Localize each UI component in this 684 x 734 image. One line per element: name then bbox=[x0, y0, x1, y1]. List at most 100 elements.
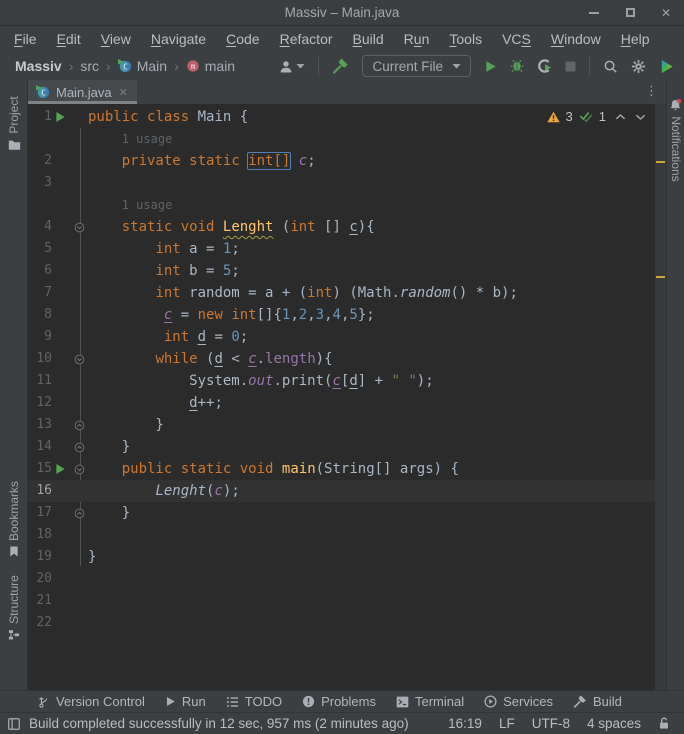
menu-view[interactable]: View bbox=[91, 31, 141, 47]
gutter[interactable]: 1 bbox=[28, 106, 80, 128]
gutter[interactable]: 18 bbox=[28, 524, 80, 546]
search-everywhere-button[interactable] bbox=[603, 59, 618, 74]
plugin-logo-button[interactable] bbox=[659, 59, 674, 74]
gutter[interactable]: 17 bbox=[28, 502, 84, 524]
build-project-button[interactable] bbox=[332, 58, 349, 74]
gutter[interactable]: 21 bbox=[28, 590, 80, 612]
error-stripe-scrollbar[interactable] bbox=[655, 104, 666, 690]
code-line-17[interactable]: 17 } bbox=[28, 502, 655, 524]
fold-up-icon[interactable] bbox=[73, 420, 85, 431]
tool-window-button-problems[interactable]: Problems bbox=[302, 694, 376, 709]
breadcrumb-item-main[interactable]: C Main bbox=[117, 58, 167, 74]
breadcrumb-item-main[interactable]: m main bbox=[186, 58, 235, 74]
gutter[interactable]: 13 bbox=[28, 414, 84, 436]
fold-down-icon[interactable] bbox=[73, 222, 85, 233]
code-line-8[interactable]: 8 c = new int[]{1,2,3,4,5}; bbox=[28, 304, 655, 326]
inlay-hint-row[interactable]: 1 usage bbox=[28, 194, 655, 216]
gutter[interactable] bbox=[28, 128, 80, 150]
run-icon[interactable] bbox=[52, 111, 68, 123]
code-line-12[interactable]: 12 d++; bbox=[28, 392, 655, 414]
warning-stripe-mark[interactable] bbox=[656, 161, 665, 163]
menu-navigate[interactable]: Navigate bbox=[141, 31, 216, 47]
fold-up-icon[interactable] bbox=[73, 442, 85, 453]
menu-run[interactable]: Run bbox=[394, 31, 440, 47]
code-line-3[interactable]: 3 bbox=[28, 172, 655, 194]
gutter[interactable]: 4 bbox=[28, 216, 84, 238]
close-button[interactable]: ✕ bbox=[660, 6, 672, 20]
tool-window-button-terminal[interactable]: Terminal bbox=[396, 694, 464, 709]
code-line-19[interactable]: 19} bbox=[28, 546, 655, 568]
run-button[interactable] bbox=[484, 60, 497, 73]
warnings-count[interactable]: 3 bbox=[566, 109, 573, 124]
code-line-16[interactable]: 16 Lenght(c); bbox=[28, 480, 655, 502]
code-line-14[interactable]: 14 } bbox=[28, 436, 655, 458]
next-problem-button[interactable] bbox=[635, 113, 646, 121]
close-tab-icon[interactable]: ✕ bbox=[119, 86, 128, 99]
fold-down-icon[interactable] bbox=[73, 354, 85, 365]
indent-widget[interactable]: 4 spaces bbox=[587, 716, 641, 731]
code-line-11[interactable]: 11 System.out.print(c[d] + " "); bbox=[28, 370, 655, 392]
breadcrumb-item-src[interactable]: src bbox=[80, 58, 99, 74]
stop-button[interactable] bbox=[565, 61, 576, 72]
menu-code[interactable]: Code bbox=[216, 31, 269, 47]
inlay-hint-row[interactable]: 1 usage bbox=[28, 128, 655, 150]
fold-up-icon[interactable] bbox=[73, 508, 85, 519]
coverage-button[interactable] bbox=[537, 59, 552, 73]
stripe-button-notifications[interactable]: Notifications bbox=[667, 82, 684, 198]
stripe-button-structure[interactable]: Structure bbox=[0, 564, 27, 652]
code-line-13[interactable]: 13 } bbox=[28, 414, 655, 436]
menu-window[interactable]: Window bbox=[541, 31, 611, 47]
code-line-20[interactable]: 20 bbox=[28, 568, 655, 590]
gutter[interactable]: 10 bbox=[28, 348, 84, 370]
encoding-widget[interactable]: UTF-8 bbox=[532, 716, 570, 731]
gutter[interactable]: 5 bbox=[28, 238, 80, 260]
menu-tools[interactable]: Tools bbox=[439, 31, 492, 47]
gutter[interactable]: 20 bbox=[28, 568, 80, 590]
run-icon[interactable] bbox=[52, 463, 68, 475]
code-line-15[interactable]: 15 public static void main(String[] args… bbox=[28, 458, 655, 480]
line-separator-widget[interactable]: LF bbox=[499, 716, 515, 731]
code-line-6[interactable]: 6 int b = 5; bbox=[28, 260, 655, 282]
gutter[interactable]: 15 bbox=[28, 458, 84, 480]
stripe-button-bookmarks[interactable]: Bookmarks bbox=[0, 478, 27, 560]
code-line-18[interactable]: 18 bbox=[28, 524, 655, 546]
user-button[interactable] bbox=[279, 60, 305, 73]
code-line-4[interactable]: 4 static void Lenght (int [] c){ bbox=[28, 216, 655, 238]
gutter[interactable]: 11 bbox=[28, 370, 80, 392]
warning-stripe-mark[interactable] bbox=[656, 276, 665, 278]
gutter[interactable]: 12 bbox=[28, 392, 80, 414]
gutter[interactable]: 3 bbox=[28, 172, 80, 194]
menu-vcs[interactable]: VCS bbox=[492, 31, 541, 47]
gutter[interactable]: 16 bbox=[28, 480, 80, 502]
gutter[interactable]: 6 bbox=[28, 260, 80, 282]
settings-button[interactable] bbox=[631, 59, 646, 74]
code-line-7[interactable]: 7 int random = a + (int) (Math.random() … bbox=[28, 282, 655, 304]
code-line-22[interactable]: 22 bbox=[28, 612, 655, 634]
gutter[interactable]: 2 bbox=[28, 150, 80, 172]
menu-edit[interactable]: Edit bbox=[47, 31, 91, 47]
gutter[interactable]: 22 bbox=[28, 612, 80, 634]
menu-file[interactable]: File bbox=[4, 31, 47, 47]
tab-options-kebab-icon[interactable]: ⋮ bbox=[645, 84, 658, 97]
typos-count[interactable]: 1 bbox=[599, 109, 606, 124]
menu-help[interactable]: Help bbox=[611, 31, 660, 47]
tool-window-button-todo[interactable]: TODO bbox=[226, 694, 282, 709]
tab-main-java[interactable]: C Main.java ✕ bbox=[28, 80, 137, 104]
debug-button[interactable] bbox=[510, 59, 524, 73]
maximize-button[interactable] bbox=[624, 7, 636, 19]
lock-icon[interactable] bbox=[658, 717, 670, 730]
tool-window-button-build[interactable]: Build bbox=[573, 694, 622, 709]
gutter[interactable]: 19 bbox=[28, 546, 80, 568]
gutter[interactable]: 8 bbox=[28, 304, 80, 326]
tool-window-toggle-icon[interactable] bbox=[8, 717, 20, 730]
gutter[interactable]: 9 bbox=[28, 326, 80, 348]
minimize-button[interactable] bbox=[588, 7, 600, 19]
tool-window-button-services[interactable]: Services bbox=[484, 694, 553, 709]
run-config-dropdown[interactable]: Current File bbox=[362, 55, 471, 77]
prev-problem-button[interactable] bbox=[615, 113, 626, 121]
stripe-button-project[interactable]: Project bbox=[0, 82, 27, 166]
tool-window-button-version-control[interactable]: Version Control bbox=[38, 694, 145, 709]
tool-window-button-run[interactable]: Run bbox=[165, 694, 206, 709]
gutter[interactable]: 7 bbox=[28, 282, 80, 304]
code-line-10[interactable]: 10 while (d < c.length){ bbox=[28, 348, 655, 370]
